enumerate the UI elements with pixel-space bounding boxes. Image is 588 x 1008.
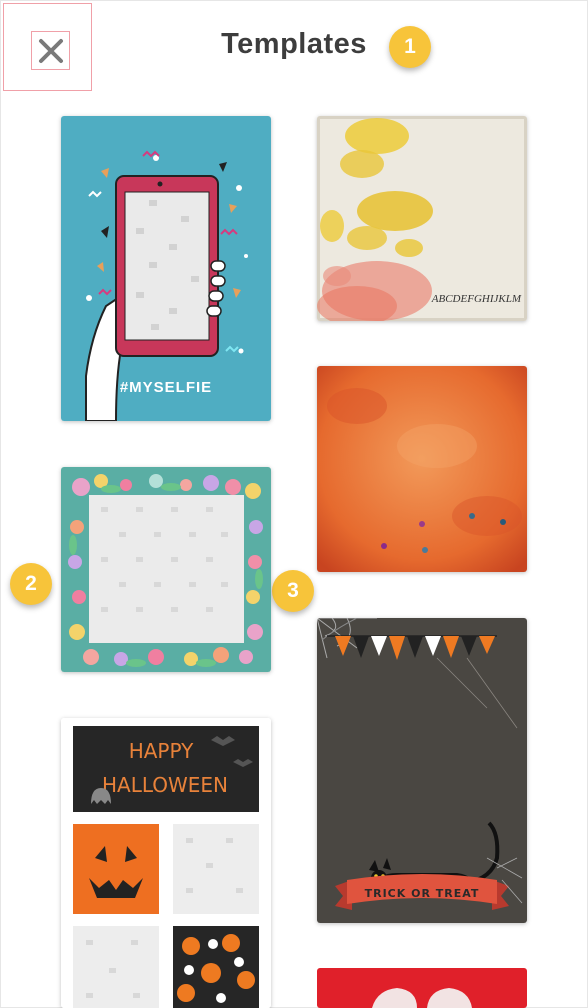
template-card-watercolor-alphabet[interactable]: ABCDEFGHIJKLM [317, 116, 527, 321]
happy-text: HAPPY [129, 739, 194, 763]
alphabet-text: ABCDEFGHIJKLM [431, 293, 522, 305]
floral-frame-artwork [61, 467, 271, 672]
template-card-trick-or-treat[interactable]: TRICK OR TREAT [317, 618, 527, 923]
happy-halloween-artwork: HAPPY HALLOWEEN [61, 718, 271, 1008]
halloween-text: HALLOWEEN [102, 773, 228, 797]
page-title: Templates [221, 28, 367, 60]
myselfie-artwork: #MYSELFIE [61, 116, 271, 421]
orange-grunge-artwork [317, 366, 527, 572]
template-card-floral-frame[interactable] [61, 467, 271, 672]
template-card-happy-halloween[interactable]: HAPPY HALLOWEEN [61, 718, 271, 1008]
template-card-red[interactable] [317, 968, 527, 1008]
template-card-orange-grunge[interactable] [317, 366, 527, 572]
trick-or-treat-text: TRICK OR TREAT [365, 887, 480, 900]
step-badge-1: 1 [389, 26, 431, 68]
template-card-myselfie[interactable]: #MYSELFIE [61, 116, 271, 421]
myselfie-text: #MYSELFIE [120, 379, 212, 396]
step-badge-2: 2 [10, 563, 52, 605]
step-badge-3: 3 [272, 570, 314, 612]
trick-or-treat-artwork: TRICK OR TREAT [317, 618, 527, 923]
watercolor-artwork: ABCDEFGHIJKLM [317, 116, 527, 321]
red-template-artwork [317, 968, 527, 1008]
